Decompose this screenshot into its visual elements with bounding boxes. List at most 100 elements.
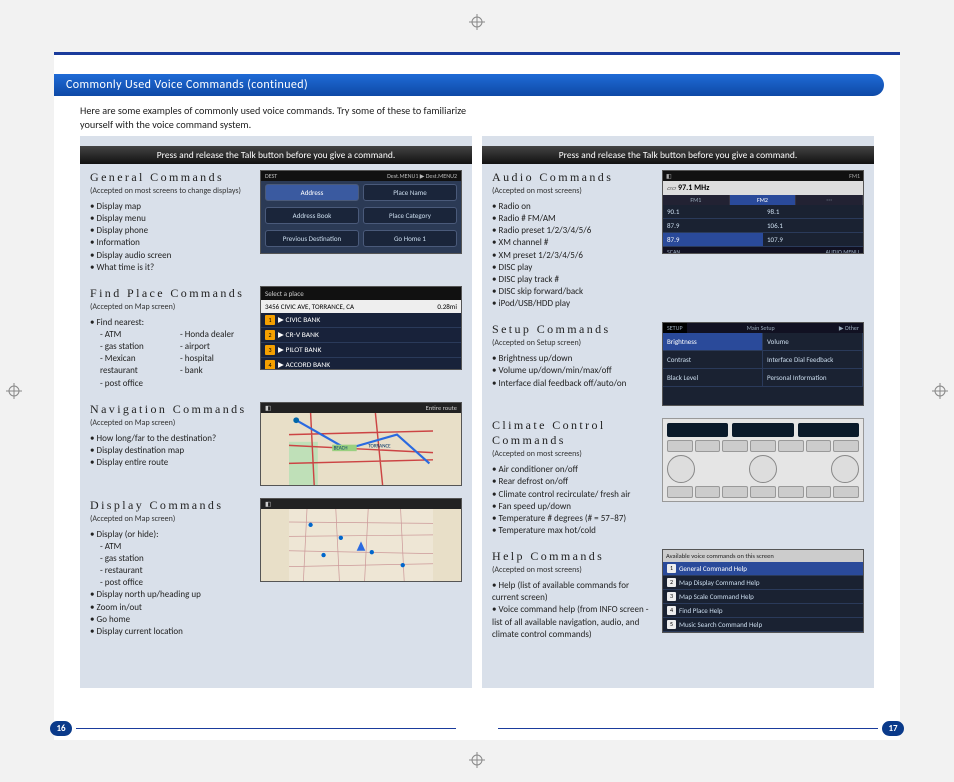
dest-btn: Go Home 1 bbox=[363, 230, 457, 247]
list-item: DISC play bbox=[492, 262, 652, 274]
list-item: Radio # FM/AM bbox=[492, 213, 652, 225]
list-item: ATM bbox=[90, 541, 250, 553]
list-item: Display map bbox=[90, 201, 250, 213]
findplace-rows: 1▶ CIVIC BANK2▶ CR-V BANK3▶ PILOT BANK4▶… bbox=[261, 313, 461, 370]
list-item: Honda dealer bbox=[170, 329, 250, 341]
svg-text:TORRANCE: TORRANCE bbox=[368, 443, 391, 449]
setup-cell: Interface Dial Feedback bbox=[763, 351, 863, 369]
place-row: 4▶ ACCORD BANK bbox=[261, 358, 461, 370]
radio-foot-r: AUDIO MENU bbox=[825, 248, 859, 254]
crop-mark-right bbox=[932, 383, 948, 399]
map-icon: ◧ bbox=[265, 404, 271, 412]
list-item: Mexican restaurant bbox=[90, 353, 170, 377]
top-rule bbox=[54, 52, 900, 60]
map-label: Entire route bbox=[426, 404, 457, 412]
list-item: ATM bbox=[90, 329, 170, 341]
section-audio: Audio Commands (Accepted on most screens… bbox=[492, 170, 864, 310]
climate-sub: (Accepted on most screens) bbox=[492, 449, 652, 459]
footer-rule-left bbox=[76, 728, 456, 729]
crop-mark-left bbox=[6, 383, 22, 399]
list-item: Climate control recirculate/ fresh air bbox=[492, 489, 652, 501]
nav-screenshot: ◧ Entire route BEACH TORRANCE bbox=[260, 402, 462, 486]
list-item: Information bbox=[90, 237, 250, 249]
findplace-title: Find Place Commands bbox=[90, 286, 250, 301]
list-item: What time is it? bbox=[90, 262, 250, 274]
display-list: Display (or hide): bbox=[90, 529, 250, 541]
radio-tab: FM2 bbox=[730, 195, 797, 205]
preset: 87.9 bbox=[663, 233, 763, 247]
preset: 87.9 bbox=[663, 219, 763, 233]
climate-title: Climate Control Commands bbox=[492, 418, 652, 448]
help-sub: (Accepted on most screens) bbox=[492, 565, 652, 575]
list-item: gas station bbox=[90, 341, 170, 353]
list-item: How long/far to the destination? bbox=[90, 433, 250, 445]
dest-hdr-r: Dest.MENU1 ▶ Dest.MENU2 bbox=[387, 172, 457, 180]
setup-screenshot: SETUPMain Setup▶ Other BrightnessVolumeC… bbox=[662, 322, 864, 406]
list-item: Radio on bbox=[492, 201, 652, 213]
setup-cell: Contrast bbox=[663, 351, 763, 369]
findplace-addr: 3456 CIVIC AVE, TORRANCE, CA bbox=[265, 302, 354, 311]
list-item: Zoom in/out bbox=[90, 602, 250, 614]
preset: 107.9 bbox=[763, 233, 863, 247]
list-item: Display destination map bbox=[90, 445, 250, 457]
list-item: XM preset 1/2/3/4/5/6 bbox=[492, 250, 652, 262]
list-item: XM channel # bbox=[492, 237, 652, 249]
list-item: hospital bbox=[170, 353, 250, 365]
help-row: 4Find Place Help bbox=[663, 604, 863, 618]
audio-list: Radio onRadio # FM/AMRadio preset 1/2/3/… bbox=[492, 201, 652, 310]
list-item: bank bbox=[170, 365, 250, 377]
setup-grid: BrightnessVolumeContrastInterface Dial F… bbox=[663, 333, 863, 387]
radio-tab: FM1 bbox=[663, 195, 730, 205]
display-list2: Display north up/heading upZoom in/outGo… bbox=[90, 589, 250, 638]
help-list: Help (list of available commands for cur… bbox=[492, 580, 652, 641]
list-item: iPod/USB/HDD play bbox=[492, 298, 652, 310]
dest-hdr-l: DEST bbox=[265, 172, 277, 180]
list-item: Display phone bbox=[90, 225, 250, 237]
svg-text:BEACH: BEACH bbox=[334, 445, 348, 451]
dest-btn: Place Name bbox=[363, 184, 457, 201]
intro-text: Here are some examples of commonly used … bbox=[80, 104, 472, 132]
radio-band: FM1 bbox=[849, 172, 860, 180]
audio-title: Audio Commands bbox=[492, 170, 652, 185]
list-item: post office bbox=[90, 378, 170, 390]
list-item: restaurant bbox=[90, 565, 250, 577]
general-screenshot: DESTDest.MENU1 ▶ Dest.MENU2 AddressPlace… bbox=[260, 170, 462, 254]
setup-tab: ▶ Other bbox=[835, 323, 863, 333]
page-number-left: 16 bbox=[50, 721, 72, 736]
radio-tabs: FM1FM2⋯ bbox=[663, 195, 863, 205]
list-item: Temperature max hot/cold bbox=[492, 525, 652, 537]
findplace-colB: Honda dealerairporthospitalbank bbox=[170, 329, 250, 390]
preset: 106.1 bbox=[763, 219, 863, 233]
column-left: Press and release the Talk button before… bbox=[80, 136, 472, 688]
place-row: 1▶ CIVIC BANK bbox=[261, 313, 461, 328]
setup-list: Brightness up/downVolume up/down/min/max… bbox=[492, 353, 652, 389]
place-row: 3▶ PILOT BANK bbox=[261, 343, 461, 358]
preset: 90.1 bbox=[663, 205, 763, 219]
list-item: DISC play track # bbox=[492, 274, 652, 286]
help-row: 2Map Display Command Help bbox=[663, 576, 863, 590]
display-screenshot: ◧ bbox=[260, 498, 462, 582]
section-banner: Commonly Used Voice Commands (continued) bbox=[54, 74, 884, 96]
display-sublist: ATMgas stationrestaurantpost office bbox=[90, 541, 250, 590]
audio-screenshot: ◧FM1 ▱▱ 97.1 MHz FM1FM2⋯ 90.198.187.9106… bbox=[662, 170, 864, 254]
list-item: Display entire route bbox=[90, 457, 250, 469]
column-right: Press and release the Talk button before… bbox=[482, 136, 874, 688]
general-list: Display mapDisplay menuDisplay phoneInfo… bbox=[90, 201, 250, 274]
talk-instruction-left: Press and release the Talk button before… bbox=[80, 146, 472, 164]
footer-rule-right bbox=[498, 728, 878, 729]
page-spread: Commonly Used Voice Commands (continued)… bbox=[54, 52, 900, 740]
help-row: 3Map Scale Command Help bbox=[663, 590, 863, 604]
place-row: 2▶ CR-V BANK bbox=[261, 328, 461, 343]
help-screenshot: Available voice commands on this screen … bbox=[662, 549, 864, 633]
list-item: Radio preset 1/2/3/4/5/6 bbox=[492, 225, 652, 237]
help-rows: 1General Command Help2Map Display Comman… bbox=[663, 562, 863, 633]
list-item: Display menu bbox=[90, 213, 250, 225]
dest-btn: Address Book bbox=[265, 207, 359, 224]
section-climate: Climate Control Commands (Accepted on mo… bbox=[492, 418, 864, 537]
section-setup: Setup Commands (Accepted on Setup screen… bbox=[492, 322, 864, 406]
page-number-right: 17 bbox=[882, 721, 904, 736]
talk-instruction-right: Press and release the Talk button before… bbox=[482, 146, 874, 164]
list-item: Help (list of available commands for cur… bbox=[492, 580, 652, 604]
list-item: Temperature # degrees (# = 57–87) bbox=[492, 513, 652, 525]
list-item: Fan speed up/down bbox=[492, 501, 652, 513]
